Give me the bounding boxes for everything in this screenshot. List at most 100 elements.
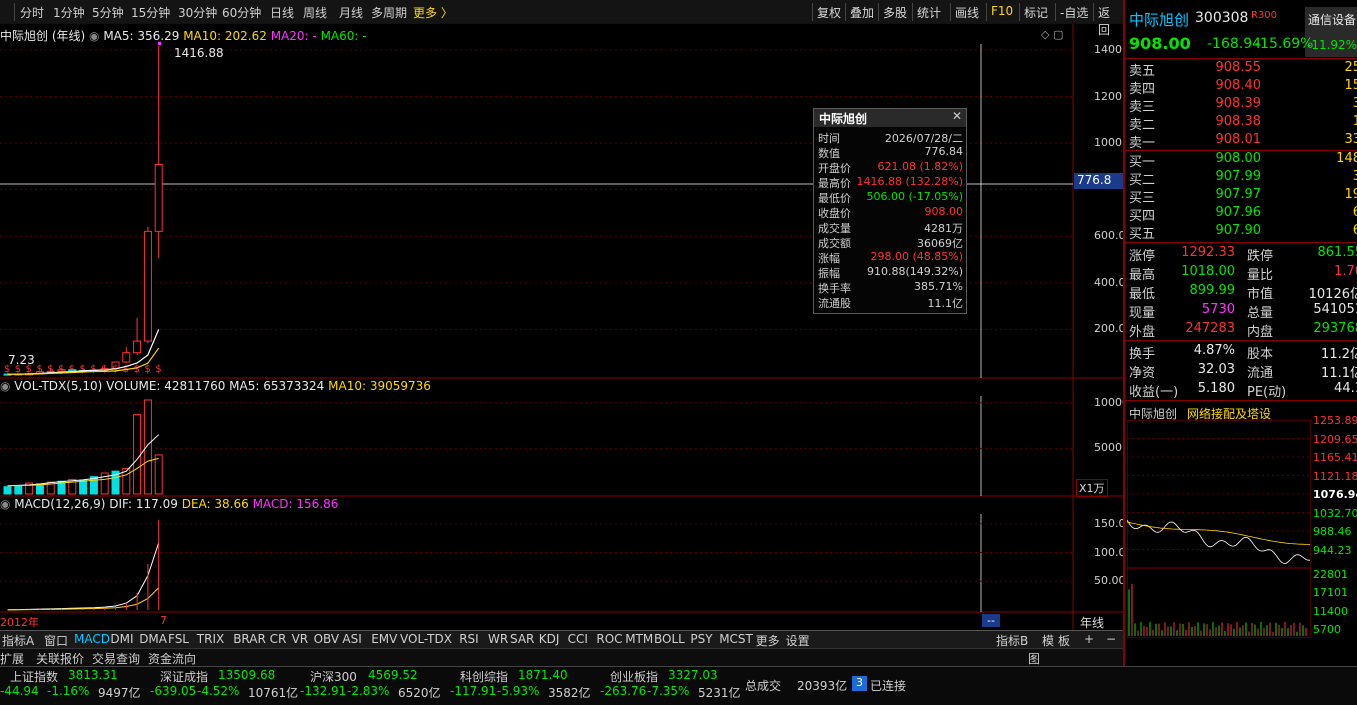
toolbar-action-3[interactable]: 统计 [912, 3, 945, 21]
indicator-tab-更多[interactable]: 更多 [756, 632, 780, 649]
indicator-tab-vol-tdx[interactable]: VOL-TDX [400, 632, 452, 646]
stat-label: 内盘 [1247, 325, 1274, 340]
period-tab-9[interactable]: 多周期 [371, 4, 407, 21]
data-tooltip-window: 中际旭创 ✕ 时间 2026/07/28/二 数值 776.84 开盘价 621.08 (… [813, 108, 967, 314]
indicator-tab-obv[interactable]: OBV [314, 632, 340, 646]
index-name[interactable]: 沪深300 [310, 668, 357, 685]
vol-volume: VOLUME: 42811760 [106, 379, 226, 393]
eye-icon[interactable]: ◉ [0, 379, 14, 393]
extension-tab-2[interactable]: 交易查询 [92, 650, 140, 667]
toolbar-action-2[interactable]: 多股 [878, 3, 911, 21]
toolbar-action-6[interactable]: 标记 [1019, 3, 1052, 21]
ask-row-5[interactable]: 卖五 908.55 25 [1129, 60, 1357, 79]
close-icon[interactable]: ✕ [952, 109, 962, 123]
ask-qty: 33 [1344, 132, 1357, 147]
indicator-tab-dmi[interactable]: DMI [110, 632, 133, 646]
ask-row-1[interactable]: 卖一 908.01 33 [1129, 132, 1357, 151]
tab-right-3[interactable]: + [1084, 632, 1094, 646]
toolbar-action-5[interactable]: F10 [986, 3, 1017, 21]
price-axis-tick: 1000 [1094, 136, 1122, 150]
toolbar-action-1[interactable]: 叠加 [845, 3, 878, 21]
ask-row-2[interactable]: 卖二 908.38 1 [1129, 114, 1357, 133]
index-name[interactable]: 科创综指 [460, 668, 508, 685]
bid-row-5[interactable]: 买五 907.90 6 [1129, 223, 1357, 242]
indicator-tab-asi[interactable]: ASI [342, 632, 361, 646]
period-tab-5[interactable]: 60分钟 [222, 4, 261, 21]
stat-label: 股本 [1247, 347, 1274, 362]
indicator-tab-指标a[interactable]: 指标A [2, 632, 34, 649]
extension-tab-3[interactable]: 资金流向 [148, 650, 196, 667]
toolbar-action-4[interactable]: 画线 [950, 3, 983, 21]
ask-price: 908.40 [1215, 78, 1262, 93]
indicator-tab-rsi[interactable]: RSI [459, 632, 479, 646]
extension-tab-1[interactable]: 关联报价 [36, 650, 84, 667]
period-tab-1[interactable]: 1分钟 [53, 4, 85, 21]
indicator-tab-cci[interactable]: CCI [568, 632, 588, 646]
indicator-tab-roc[interactable]: ROC [596, 632, 622, 646]
period-tab-3[interactable]: 15分钟 [131, 4, 170, 21]
indicator-tab-macd[interactable]: MACD [74, 632, 110, 646]
period-tab-0[interactable]: 分时 [20, 4, 44, 21]
indicator-tab-cr[interactable]: CR [270, 632, 287, 646]
stat-value: 1018.00 [1181, 264, 1235, 279]
sector-pct: -11.92% [1307, 38, 1357, 52]
indicator-tab-dma[interactable]: DMA [139, 632, 167, 646]
period-tab-2[interactable]: 5分钟 [92, 4, 124, 21]
period-tab-6[interactable]: 日线 [270, 4, 294, 21]
bid-row-4[interactable]: 买四 907.96 6 [1129, 205, 1357, 224]
ask-row-4[interactable]: 卖四 908.40 15 [1129, 78, 1357, 97]
candle-body [133, 340, 142, 354]
dividend-marker: $ [80, 364, 86, 375]
intraday-mini-chart[interactable] [1127, 420, 1311, 638]
indicator-tab-fsl[interactable]: FSL [168, 632, 189, 646]
indicator-tab-mtm[interactable]: MTM [625, 632, 653, 646]
eye-icon[interactable]: ◉ [0, 497, 14, 511]
ask-qty: 3 [1352, 96, 1357, 111]
stat-label: 量比 [1247, 268, 1274, 283]
index-name[interactable]: 上证指数 [10, 668, 58, 685]
indicator-tab-sar[interactable]: SAR [510, 632, 534, 646]
indicator-tab-vr[interactable]: VR [292, 632, 309, 646]
period-indicator[interactable]: 年线 [1080, 614, 1104, 631]
indicator-tab-boll[interactable]: BOLL [654, 632, 685, 646]
x-axis-year: 2012年 [0, 616, 39, 629]
indicator-tab-窗口[interactable]: 窗口 [44, 632, 68, 649]
macd-title: MACD(12,26,9) [14, 497, 106, 511]
tab-right-0[interactable]: 指标B [996, 632, 1028, 649]
bid-row-2[interactable]: 买二 907.99 3 [1129, 169, 1357, 188]
stat-label: 现量 [1129, 306, 1156, 321]
stat-label: 最高 [1129, 268, 1156, 283]
ask-row-3[interactable]: 卖三 908.39 3 [1129, 96, 1357, 115]
vol-title: VOL-TDX(5,10) [14, 379, 103, 393]
toolbar-action-8[interactable]: 返回 [1093, 3, 1123, 37]
indicator-tab-kdj[interactable]: KDJ [539, 632, 560, 646]
indicator-tab-emv[interactable]: EMV [371, 632, 397, 646]
indicator-tab-psy[interactable]: PSY [690, 632, 712, 646]
indicator-tab-mcst[interactable]: MCST [719, 632, 753, 646]
extension-chart-tab[interactable]: 图 [1028, 650, 1040, 667]
index-name[interactable]: 深证成指 [160, 668, 208, 685]
period-tab-10[interactable]: 更多 〉 [413, 4, 453, 21]
tooltip-row-label: 开盘价 [818, 162, 851, 175]
indicator-tab-trix[interactable]: TRIX [197, 632, 224, 646]
tab-right-1[interactable]: 模 [1042, 632, 1054, 649]
period-tab-8[interactable]: 月线 [339, 4, 363, 21]
stat-value: 10126亿 [1308, 287, 1357, 302]
extension-tab-0[interactable]: 扩展 [0, 650, 24, 667]
toolbar-action-0[interactable]: 复权 [812, 3, 845, 21]
period-tab-4[interactable]: 30分钟 [178, 4, 217, 21]
toolbar-action-7[interactable]: -自选 [1055, 3, 1092, 21]
indicator-tab-设置[interactable]: 设置 [786, 632, 810, 649]
indicator-tab-wr[interactable]: WR [488, 632, 508, 646]
tab-right-2[interactable]: 板 [1058, 632, 1070, 649]
bid-row-3[interactable]: 买三 907.97 19 [1129, 187, 1357, 206]
index-amount: 10761亿 [248, 686, 299, 700]
tooltip-row: 最低价 506.00 (-17.05%) [814, 190, 966, 205]
bid-qty: 3 [1352, 169, 1357, 184]
indicator-tab-brar[interactable]: BRAR [233, 632, 266, 646]
period-tab-7[interactable]: 周线 [303, 4, 327, 21]
bid-row-1[interactable]: 买一 908.00 148 [1129, 151, 1357, 170]
tab-right-4[interactable]: − [1106, 632, 1116, 646]
index-name[interactable]: 创业板指 [610, 668, 658, 685]
stat-value: 861.55 [1317, 245, 1357, 260]
